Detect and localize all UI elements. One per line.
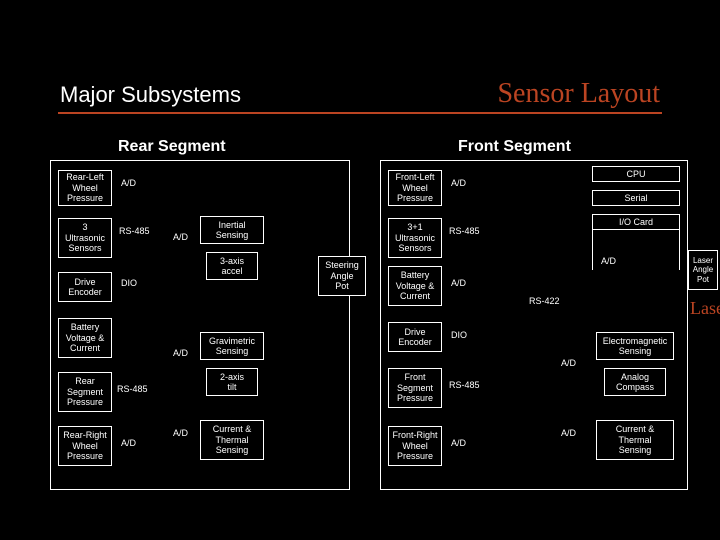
ad-label-5: A/D: [172, 428, 189, 438]
cpu: CPU: [592, 166, 680, 182]
rs485-label-f2: RS-485: [448, 380, 481, 390]
front-battery-voltage-current: BatteryVoltage &Current: [388, 266, 442, 306]
title-rule: [58, 112, 662, 114]
ad-label-2: A/D: [120, 438, 137, 448]
steering-angle-pot: SteeringAnglePot: [318, 256, 366, 296]
rear-segment-pressure: RearSegmentPressure: [58, 372, 112, 412]
title-major-subsystems: Major Subsystems: [60, 82, 241, 108]
rear-current-thermal-sensing: Current &ThermalSensing: [200, 420, 264, 460]
gravimetric-sensing: GravimetricSensing: [200, 332, 264, 360]
rs485-label-f1: RS-485: [448, 226, 481, 236]
front-ultrasonic-sensors: 3+1UltrasonicSensors: [388, 218, 442, 258]
inertial-sensing: InertialSensing: [200, 216, 264, 244]
rs485-label: RS-485: [118, 226, 151, 236]
front-segment-pressure: FrontSegmentPressure: [388, 368, 442, 408]
rear-ultrasonic-sensors: 3UltrasonicSensors: [58, 218, 112, 258]
ad-label-3: A/D: [172, 232, 189, 242]
io-line-right: [679, 230, 680, 270]
title-sensor-layout: Sensor Layout: [497, 78, 660, 110]
two-axis-tilt: 2-axistilt: [206, 368, 258, 396]
laser-angle-pot: Laser AnglePot: [688, 250, 718, 290]
three-axis-accel: 3-axisaccel: [206, 252, 258, 280]
rear-segment-title: Rear Segment: [118, 138, 226, 156]
serial: Serial: [592, 190, 680, 206]
dio-label: DIO: [120, 278, 138, 288]
ad-label-f2: A/D: [450, 278, 467, 288]
front-current-thermal-sensing: Current &ThermalSensing: [596, 420, 674, 460]
ad-label-f5: A/D: [560, 358, 577, 368]
ad-label-f4: A/D: [600, 256, 617, 266]
ad-label: A/D: [120, 178, 137, 188]
analog-compass: AnalogCompass: [604, 368, 666, 396]
electromagnetic-sensing: ElectromagneticSensing: [596, 332, 674, 360]
laser-label: Laser: [690, 298, 720, 319]
ad-label-4: A/D: [172, 348, 189, 358]
rear-battery-voltage-current: BatteryVoltage &Current: [58, 318, 112, 358]
ad-label-f6: A/D: [560, 428, 577, 438]
ad-label-f3: A/D: [450, 438, 467, 448]
ad-label-f1: A/D: [450, 178, 467, 188]
rear-right-wheel-pressure: Rear-RightWheelPressure: [58, 426, 112, 466]
front-right-wheel-pressure: Front-RightWheelPressure: [388, 426, 442, 466]
rear-left-wheel-pressure: Rear-LeftWheelPressure: [58, 170, 112, 206]
front-left-wheel-pressure: Front-LeftWheelPressure: [388, 170, 442, 206]
front-drive-encoder: DriveEncoder: [388, 322, 442, 352]
rs485-label-2: RS-485: [116, 384, 149, 394]
rear-drive-encoder: DriveEncoder: [58, 272, 112, 302]
io-card: I/O Card: [592, 214, 680, 230]
dio-label-f1: DIO: [450, 330, 468, 340]
io-line-left: [592, 230, 593, 270]
rs422-label: RS-422: [528, 296, 561, 306]
front-segment-title: Front Segment: [458, 138, 571, 156]
